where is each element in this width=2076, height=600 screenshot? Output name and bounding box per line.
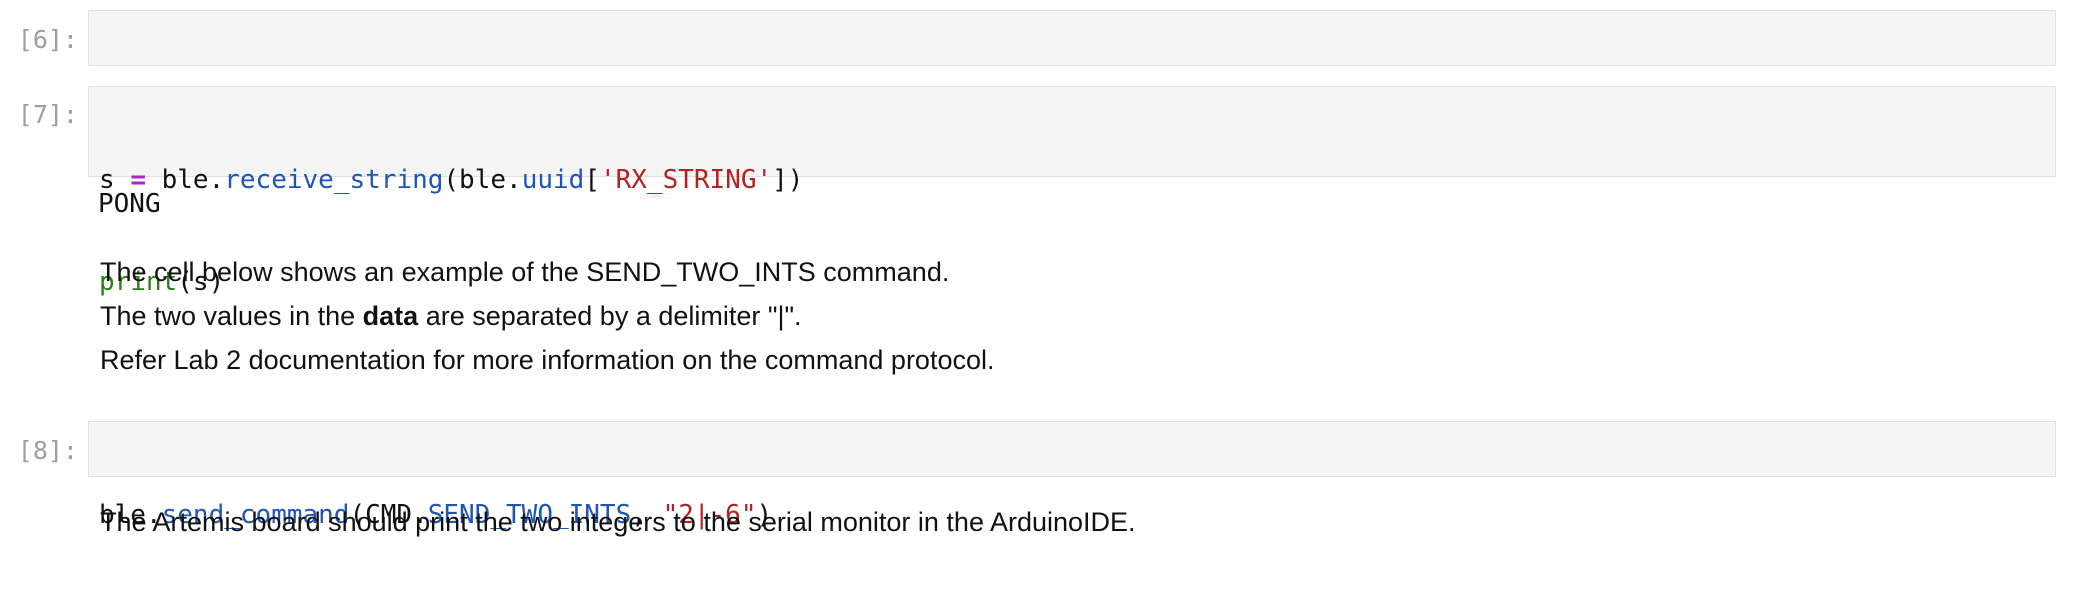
code-token: (ble. (443, 165, 522, 195)
code-token: [ (584, 165, 600, 195)
markdown-line: The Artemis board should print the two i… (100, 507, 1136, 537)
cell-prompt: [6]: (17, 25, 78, 54)
code-token: ]) (772, 165, 804, 195)
code-line: s = ble.receive_string(ble.uuid['RX_STRI… (99, 163, 2055, 197)
code-editor[interactable]: s = ble.receive_string(ble.uuid['RX_STRI… (88, 86, 2056, 297)
code-editor[interactable]: ble.send_command(CMD.PING, "") (88, 10, 2056, 119)
markdown-line: The cell below shows an example of the S… (100, 257, 950, 287)
cell-prompt: [8]: (17, 436, 78, 465)
markdown-line: The two values in the data are separated… (100, 294, 994, 338)
cell-output: PONG (98, 189, 161, 219)
code-attribute: uuid (521, 165, 585, 195)
code-editor[interactable]: ble.send_command(CMD.SEND_TWO_INTS, "2|-… (88, 421, 2056, 530)
text-span: The two values in the (100, 301, 363, 331)
text-span: are separated by a delimiter "|". (418, 301, 802, 331)
markdown-cell: The Artemis board should print the two i… (100, 500, 1136, 544)
bold-text: data (362, 301, 419, 331)
code-attribute: receive_string (224, 165, 444, 195)
markdown-cell: The cell below shows an example of the S… (100, 250, 994, 382)
code-string: 'RX_STRING' (599, 165, 773, 195)
markdown-line: Refer Lab 2 documentation for more infor… (100, 345, 995, 375)
cell-prompt: [7]: (17, 100, 78, 129)
